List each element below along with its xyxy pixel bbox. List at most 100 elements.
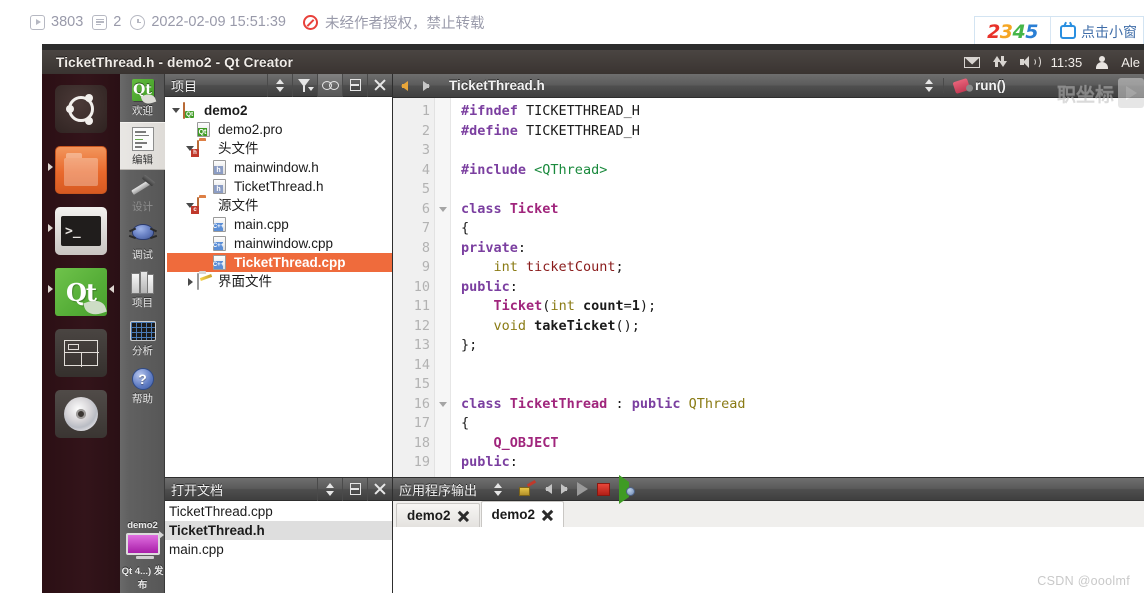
code-token: public [631, 395, 681, 412]
next-arrow-icon[interactable] [561, 484, 569, 494]
mode-design-label: 设计 [132, 201, 153, 213]
projects-panel-title: 项目 [171, 78, 198, 94]
open-document-item[interactable]: main.cpp [165, 540, 392, 559]
cpp-file-icon: C++ [213, 255, 230, 270]
code-token: private [461, 239, 518, 256]
output-tab-active[interactable]: demo2 [480, 501, 565, 527]
tree-item-demo2-pro[interactable]: Qt demo2.pro [167, 120, 392, 139]
mode-projects[interactable]: 项目 [120, 266, 165, 314]
restart-icon[interactable] [619, 475, 636, 504]
kit-project-label: demo2 [127, 520, 158, 531]
line-number: 17 [413, 415, 430, 431]
code-token: : [509, 278, 518, 295]
mail-icon[interactable] [963, 56, 980, 68]
chevron-right-icon[interactable] [183, 277, 197, 286]
editor-symbol-selector[interactable]: run() [944, 77, 1144, 94]
mode-help[interactable]: ? 帮助 [120, 362, 165, 410]
tree-item-ticketthread-cpp[interactable]: C++ TicketThread.cpp [167, 253, 392, 272]
launcher-item-disc[interactable] [50, 385, 112, 443]
projects-combo-updown-icon[interactable] [267, 73, 292, 97]
user-name-label[interactable]: Ale [1121, 55, 1140, 70]
volume-icon[interactable] [1019, 55, 1041, 69]
tree-item-main-cpp[interactable]: C++ main.cpp [167, 215, 392, 234]
code-token: class [461, 395, 502, 412]
close-icon[interactable] [458, 510, 469, 521]
close-icon[interactable] [542, 509, 553, 520]
output-tab[interactable]: demo2 [396, 503, 480, 527]
view-count-value: 3803 [51, 14, 84, 30]
split-icon[interactable] [342, 73, 367, 97]
tree-item-forms[interactable]: 界面文件 [167, 272, 392, 291]
code-token: TICKETTHREAD_H [517, 122, 640, 139]
mode-debug[interactable]: 调试 [120, 218, 165, 266]
ad-link[interactable]: 点击小窗 [1051, 17, 1143, 46]
fold-marker[interactable] [435, 200, 450, 220]
sync-link-icon[interactable] [317, 73, 342, 97]
fold-marker[interactable] [435, 395, 450, 415]
output-text-area[interactable] [393, 527, 1144, 593]
tree-item-label: TicketThread.h [234, 178, 324, 194]
tree-item-mainwindow-cpp[interactable]: C++ mainwindow.cpp [167, 234, 392, 253]
code-token: : [509, 454, 518, 470]
code-text[interactable]: #ifndef TICKETTHREAD_H #define TICKETTHRE… [451, 98, 1144, 477]
launcher-item-ubuntu-dash[interactable] [50, 80, 112, 138]
split-icon[interactable] [342, 477, 367, 501]
editor-file-combo-updown-icon[interactable] [916, 78, 944, 93]
mode-edit[interactable]: 编辑 [120, 122, 165, 170]
tree-item-sources[interactable]: c 源文件 [167, 196, 392, 215]
close-icon[interactable] [367, 477, 392, 501]
fold-column[interactable] [435, 98, 451, 477]
line-number: 14 [413, 356, 430, 373]
ad-badge[interactable]: 2345 点击小窗 [974, 16, 1144, 47]
launcher-item-terminal[interactable]: >_ [48, 202, 112, 260]
line-number: 12 [413, 317, 430, 334]
mode-analyze[interactable]: 分析 [120, 314, 165, 362]
copyright-text: 未经作者授权，禁止转载 [325, 15, 485, 32]
line-number: 7 [421, 220, 430, 236]
arrow-right-icon[interactable] [415, 80, 437, 91]
mode-design[interactable]: 设计 [120, 170, 165, 218]
kit-selector[interactable]: demo2 Qt 4...) 发布 [120, 520, 165, 593]
close-icon[interactable] [367, 73, 392, 97]
launcher-item-qt-creator[interactable]: Qt [48, 263, 114, 321]
tree-item-label: mainwindow.h [234, 159, 319, 175]
header-file-icon: h [213, 179, 230, 194]
user-icon[interactable] [1095, 55, 1109, 69]
chevron-down-icon[interactable] [169, 108, 183, 113]
launcher-item-window-app[interactable] [50, 324, 112, 382]
filter-icon[interactable] [292, 73, 317, 97]
stop-icon[interactable] [597, 482, 611, 496]
tree-item-ticketthread-h[interactable]: h TicketThread.h [167, 177, 392, 196]
launcher-item-files[interactable] [48, 141, 112, 199]
code-token: ); [639, 298, 657, 314]
line-number: 13 [413, 337, 430, 353]
clock-label[interactable]: 11:35 [1051, 55, 1083, 70]
code-line: int ticketCount; [461, 258, 1144, 278]
play-icon[interactable] [577, 482, 589, 496]
edit-icon [129, 126, 157, 154]
editor-file-name[interactable]: TicketThread.h [437, 78, 916, 93]
open-document-item[interactable]: TicketThread.cpp [165, 502, 392, 521]
code-line: { [461, 219, 1144, 239]
arrow-left-icon[interactable] [393, 80, 415, 91]
line-number: 6 [421, 200, 430, 217]
network-icon[interactable] [992, 55, 1007, 69]
code-line: private: [461, 239, 1144, 259]
code-token: { [461, 220, 470, 236]
tree-item-mainwindow-h[interactable]: h mainwindow.h [167, 158, 392, 177]
tree-item-demo2[interactable]: demo2 [167, 101, 392, 120]
output-pane-combo-updown-icon[interactable] [485, 482, 511, 497]
mode-welcome[interactable]: Qt 欢迎 [120, 74, 165, 122]
open-document-item-selected[interactable]: TicketThread.h [165, 521, 392, 540]
open-documents-combo-updown-icon[interactable] [317, 477, 342, 501]
prev-arrow-icon[interactable] [545, 484, 553, 494]
tree-item-headers[interactable]: h 头文件 [167, 139, 392, 158]
code-area[interactable]: 1 2 3 4 5 6 7 8 9 10 11 12 13 14 15 16 1… [393, 98, 1144, 477]
code-token: takeTicket [534, 317, 616, 334]
open-documents-title: 打开文档 [171, 482, 224, 498]
clear-broom-icon[interactable] [519, 479, 537, 496]
no-reprint-icon [303, 14, 318, 30]
